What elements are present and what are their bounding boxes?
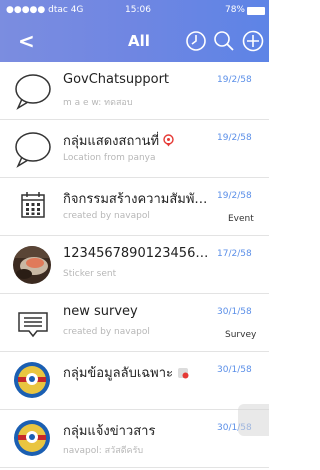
chat-date: 19/2/58 [217,133,252,143]
calendar-icon [21,192,45,218]
survey-icon [18,312,48,338]
chat-bubble-icon [15,74,51,110]
chat-name: กลุ่มข้อมูลลับเฉพาะ [63,362,189,383]
location-pin-icon [163,134,174,147]
clock-icon[interactable] [185,30,207,52]
emblem-avatar [14,420,50,456]
chat-name: new survey [63,304,138,319]
chat-subtitle: m a e w: ทดสอบ [63,98,133,108]
battery-icon [247,7,265,15]
app-header: ●●●●● dtac 4G 15:06 78% < All [0,0,269,62]
chat-row[interactable]: กิจกรรมสร้างความสัมพั… created by navapo… [0,178,269,236]
chat-date: 17/2/58 [217,249,252,259]
chat-date: 30/1/58 [217,365,252,375]
chat-row[interactable]: กลุ่มแสดงสถานที่ Location from panya 19/… [0,120,269,178]
chat-name: กิจกรรมสร้างความสัมพั… [63,192,208,207]
chat-subtitle: Location from panya [63,153,156,163]
chat-name: กลุ่มแสดงสถานที่ [63,130,174,151]
event-badge: Event [228,214,254,224]
chat-row[interactable]: กลุ่มแจ้งข่าวสาร navapol: สวัสดีครับ 30/… [0,410,269,468]
chat-name: กลุ่มแจ้งข่าวสาร [63,424,156,439]
chat-date: 30/1/58 [217,307,252,317]
chat-subtitle: Sticker sent [63,269,117,279]
emblem-avatar [14,362,50,398]
search-icon[interactable] [213,30,235,52]
assistive-touch-button[interactable] [238,404,269,436]
chat-bubble-icon [15,132,51,168]
chat-row[interactable]: 12345678901234567… Sticker sent 17/2/58 [0,236,269,294]
add-icon[interactable] [242,30,264,52]
chat-row[interactable]: new survey created by navapol 30/1/58 Su… [0,294,269,352]
chat-subtitle: created by navapol [63,327,150,337]
chat-subtitle: created by navapol [63,211,150,221]
food-photo-avatar [13,246,51,284]
lock-icon [178,368,189,379]
chat-name: 12345678901234567… [63,246,213,261]
chat-row[interactable]: GovChatsupport m a e w: ทดสอบ 19/2/58 [0,62,269,120]
status-time: 15:06 [125,5,151,15]
chat-date: 19/2/58 [217,75,252,85]
chat-list: GovChatsupport m a e w: ทดสอบ 19/2/58 กล… [0,62,269,470]
chat-date: 19/2/58 [217,191,252,201]
chevron-left-icon[interactable]: < [18,30,35,52]
carrier-signal: ●●●●● dtac 4G [6,5,84,15]
survey-badge: Survey [225,330,257,340]
chat-row[interactable]: กลุ่มข้อมูลลับเฉพาะ 30/1/58 [0,352,269,410]
status-bar: ●●●●● dtac 4G 15:06 78% [0,0,269,20]
chat-name: GovChatsupport [63,72,170,87]
battery-percent: 78% [224,5,245,15]
chat-subtitle: navapol: สวัสดีครับ [63,446,144,456]
nav-bar: < All [0,22,269,62]
page-title: All [128,32,150,50]
